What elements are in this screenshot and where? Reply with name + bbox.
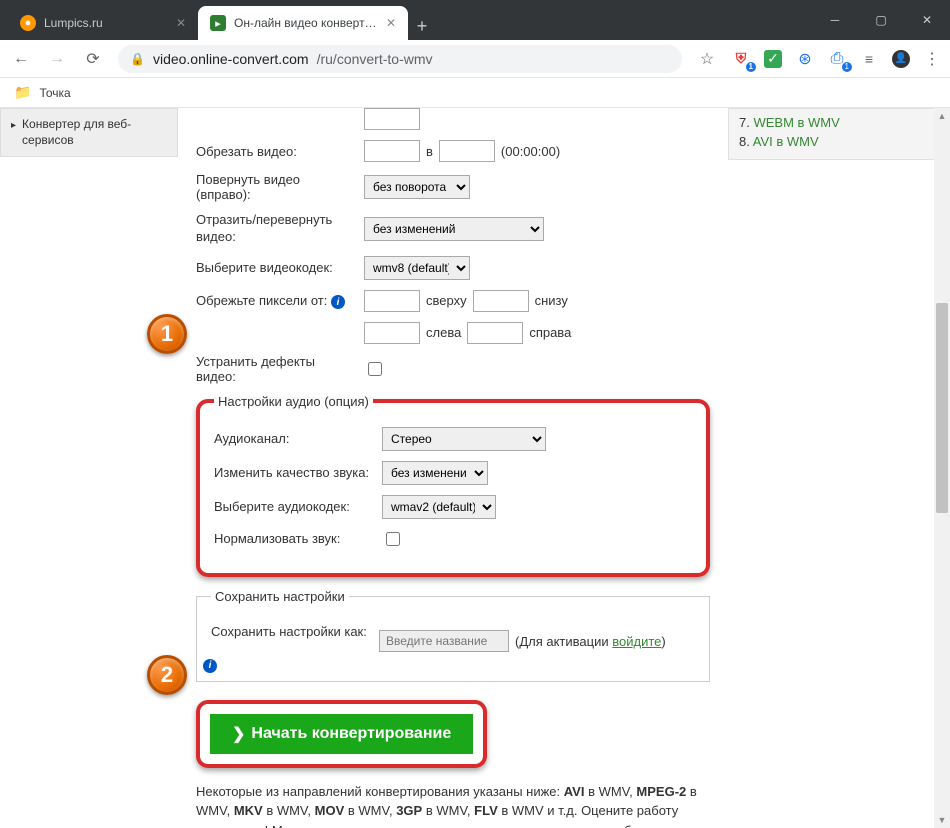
scrollbar-thumb[interactable] xyxy=(936,303,948,513)
menu-dots-icon[interactable]: ⋮ xyxy=(924,49,940,69)
tab-title: Lumpics.ru xyxy=(44,16,168,30)
audio-legend: Настройки аудио (опция) xyxy=(214,394,373,409)
arrow-right-icon: ▸ xyxy=(11,119,16,132)
unknown-input[interactable] xyxy=(364,108,420,130)
time-format-label: (00:00:00) xyxy=(501,144,560,159)
start-convert-button[interactable]: ❯ Начать конвертирование xyxy=(210,714,473,754)
rotate-select[interactable]: без поворота xyxy=(364,175,470,199)
right-label: справа xyxy=(529,325,571,340)
back-button[interactable]: ← xyxy=(10,50,32,68)
video-codec-label: Выберите видеокодек: xyxy=(196,260,358,275)
mirror-label: Отразить/перевернуть видео: xyxy=(196,212,358,246)
save-as-label: Сохранить настройки как: i xyxy=(211,624,373,659)
audio-codec-select[interactable]: wmav2 (default) xyxy=(382,495,496,519)
bookmarks-bar: 📁 Точка xyxy=(0,78,950,108)
crop-video-label: Обрезать видео: xyxy=(196,144,358,159)
ext-badge: 1 xyxy=(842,62,852,72)
forward-button[interactable]: → xyxy=(46,50,68,68)
left-label: слева xyxy=(426,325,461,340)
tab-online-convert[interactable]: ▸ Он-лайн видео конвертер WM… ✕ xyxy=(198,6,408,40)
normalize-checkbox[interactable] xyxy=(386,532,400,546)
fix-defects-checkbox[interactable] xyxy=(368,362,382,376)
crop-bottom-input[interactable] xyxy=(473,290,529,312)
browser-titlebar: ● Lumpics.ru ✕ ▸ Он-лайн видео конвертер… xyxy=(0,0,950,40)
top-label: сверху xyxy=(426,293,467,308)
audio-quality-label: Изменить качество звука: xyxy=(214,465,376,480)
crop-top-input[interactable] xyxy=(364,290,420,312)
url-path: /ru/convert-to-wmv xyxy=(317,51,433,67)
save-legend: Сохранить настройки xyxy=(211,589,349,604)
ext-badge: 1 xyxy=(746,62,756,72)
url-host: video.online-convert.com xyxy=(153,51,309,67)
tab-lumpics[interactable]: ● Lumpics.ru ✕ xyxy=(8,6,198,40)
save-name-input[interactable] xyxy=(379,630,509,652)
folder-icon: 📁 xyxy=(14,84,31,101)
save-note: (Для активации войдите) xyxy=(515,634,666,649)
sidebar-item-label: Конвертер для веб-сервисов xyxy=(22,117,167,148)
tabs-strip: ● Lumpics.ru ✕ ▸ Он-лайн видео конвертер… xyxy=(0,6,812,40)
reload-button[interactable]: ⟳ xyxy=(82,49,104,69)
crop-sep: в xyxy=(426,144,433,159)
rotate-label: Повернуть видео (вправо): xyxy=(196,172,358,202)
crop-right-input[interactable] xyxy=(467,322,523,344)
sidebar-item-converter[interactable]: ▸ Конвертер для веб-сервисов xyxy=(0,108,178,157)
related-link-avi[interactable]: AVI в WMV xyxy=(753,134,819,149)
convert-button-highlight: ❯ Начать конвертирование xyxy=(196,700,487,768)
ext-globe-icon[interactable]: ⊛ xyxy=(796,50,814,68)
step-badge-2: 2 xyxy=(147,655,187,695)
window-controls: ─ ▢ ✕ xyxy=(812,0,950,40)
crop-end-input[interactable] xyxy=(439,140,495,162)
info-icon[interactable]: i xyxy=(203,659,217,673)
save-settings-section: Сохранить настройки Сохранить настройки … xyxy=(196,589,710,682)
fix-defects-label: Устранить дефекты видео: xyxy=(196,354,358,384)
crop-left-input[interactable] xyxy=(364,322,420,344)
close-icon[interactable]: ✕ xyxy=(386,16,396,30)
tab-title: Он-лайн видео конвертер WM… xyxy=(234,16,378,30)
related-list-panel: 7. WEBM в WMV 8. AVI в WMV xyxy=(728,108,944,160)
favicon-icon: ▸ xyxy=(210,15,226,31)
related-item: 8. AVI в WMV xyxy=(739,132,933,151)
step-badge-1: 1 xyxy=(147,314,187,354)
maximize-button[interactable]: ▢ xyxy=(858,0,904,40)
close-window-button[interactable]: ✕ xyxy=(904,0,950,40)
audio-settings-section: Настройки аудио (опция) Аудиоканал: Стер… xyxy=(196,394,710,577)
related-item: 7. WEBM в WMV xyxy=(739,113,933,132)
close-icon[interactable]: ✕ xyxy=(176,16,186,30)
audio-channel-select[interactable]: Стерео xyxy=(382,427,546,451)
audio-quality-select[interactable]: без изменений xyxy=(382,461,488,485)
normalize-label: Нормализовать звук: xyxy=(214,531,376,546)
profile-avatar[interactable]: 👤 xyxy=(892,50,910,68)
mirror-select[interactable]: без изменений xyxy=(364,217,544,241)
minimize-button[interactable]: ─ xyxy=(812,0,858,40)
scrollbar[interactable] xyxy=(934,108,950,828)
ext-readinglist-icon[interactable]: ≡ xyxy=(860,50,878,68)
extensions: ⛨1 ✓ ⊛ ⎙1 ≡ 👤 ⋮ xyxy=(732,49,940,69)
pixel-crop-label: Обрежьте пиксели от: i xyxy=(196,293,358,310)
bookmark-folder[interactable]: Точка xyxy=(39,86,70,100)
info-icon[interactable]: i xyxy=(331,295,345,309)
start-convert-label: Начать конвертирование xyxy=(251,725,451,743)
bookmark-star-icon[interactable]: ☆ xyxy=(696,49,718,69)
ext-adguard-icon[interactable]: ⛨1 xyxy=(732,50,750,68)
lock-icon: 🔒 xyxy=(130,52,145,66)
url-box[interactable]: 🔒 video.online-convert.com/ru/convert-to… xyxy=(118,45,682,73)
related-link-webm[interactable]: WEBM в WMV xyxy=(753,115,839,130)
audio-channel-label: Аудиоканал: xyxy=(214,431,376,446)
audio-codec-label: Выберите аудиокодек: xyxy=(214,499,376,514)
video-codec-select[interactable]: wmv8 (default) xyxy=(364,256,470,280)
info-paragraph: Некоторые из направлений конвертирования… xyxy=(196,782,710,828)
login-link[interactable]: войдите xyxy=(612,634,661,649)
chevron-right-icon: ❯ xyxy=(232,724,245,744)
address-bar: ← → ⟳ 🔒 video.online-convert.com/ru/conv… xyxy=(0,40,950,78)
new-tab-button[interactable]: + xyxy=(408,12,436,40)
favicon-icon: ● xyxy=(20,15,36,31)
ext-check-icon[interactable]: ✓ xyxy=(764,50,782,68)
ext-translator-icon[interactable]: ⎙1 xyxy=(828,50,846,68)
bottom-label: снизу xyxy=(535,293,568,308)
crop-start-input[interactable] xyxy=(364,140,420,162)
